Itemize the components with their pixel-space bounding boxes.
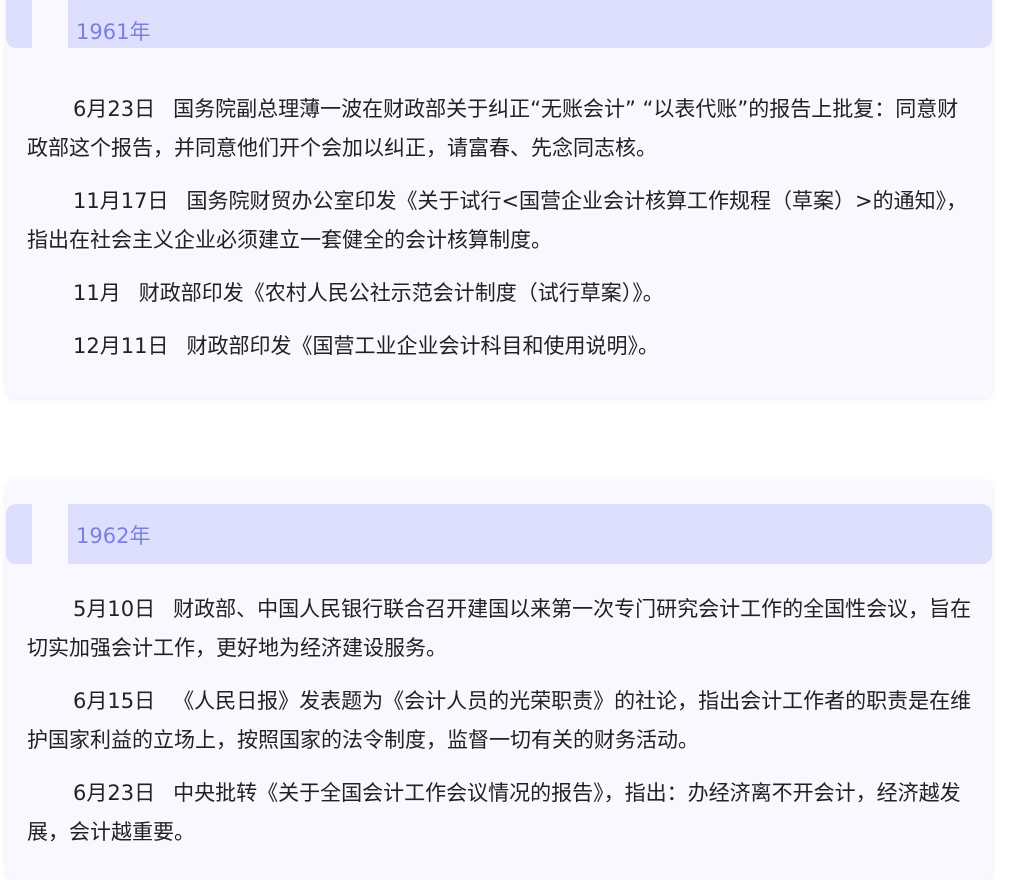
year-header-bar	[6, 504, 992, 564]
entry-text: 中央批转《关于全国会计工作会议情况的报告》，指出：办经济离不开会计，经济越发展，…	[27, 781, 961, 844]
entry-text: 财政部印发《农村人民公社示范会计制度（试行草案）》。	[138, 281, 664, 305]
timeline-entry: 5月10日 财政部、中国人民银行联合召开建国以来第一次专门研究会计工作的全国性会议…	[27, 590, 979, 668]
entry-date: 6月15日	[73, 689, 156, 713]
year-label: 1961年	[76, 20, 151, 44]
entry-text: 财政部印发《国营工业企业会计科目和使用说明》。	[186, 334, 659, 358]
timeline-entry: 6月15日 《人民日报》发表题为《会计人员的光荣职责》的社论，指出会计工作者的职责…	[27, 682, 979, 760]
timeline-entry: 6月23日 中央批转《关于全国会计工作会议情况的报告》，指出：办经济离不开会计，经…	[27, 774, 979, 852]
timeline-entry: 6月23日 国务院副总理薄一波在财政部关于纠正“无账会计” “以表代账”的报告上批…	[27, 90, 979, 168]
entry-date: 11月17日	[73, 189, 169, 213]
year-section-1961: 1961年 6月23日 国务院副总理薄一波在财政部关于纠正“无账会计” “以表代账…	[6, 0, 992, 398]
timeline-entry: 12月11日 财政部印发《国营工业企业会计科目和使用说明》。	[27, 327, 979, 366]
year-header-notch	[32, 0, 68, 48]
timeline-entry: 11月 财政部印发《农村人民公社示范会计制度（试行草案）》。	[27, 274, 979, 313]
entry-list: 5月10日 财政部、中国人民银行联合召开建国以来第一次专门研究会计工作的全国性会议…	[27, 590, 979, 866]
entry-list: 6月23日 国务院副总理薄一波在财政部关于纠正“无账会计” “以表代账”的报告上批…	[27, 90, 979, 380]
entry-text: 《人民日报》发表题为《会计人员的光荣职责》的社论，指出会计工作者的职责是在维护国…	[27, 689, 972, 752]
entry-date: 6月23日	[73, 781, 156, 805]
entry-text: 国务院财贸办公室印发《关于试行<国营企业会计核算工作规程（草案）>的通知》，指出…	[27, 189, 968, 252]
year-section-1962: 1962年 5月10日 财政部、中国人民银行联合召开建国以来第一次专门研究会计工作…	[6, 480, 992, 880]
year-header-bar	[6, 0, 992, 48]
entry-date: 5月10日	[73, 597, 156, 621]
year-label: 1962年	[76, 524, 151, 548]
year-header-notch	[32, 504, 68, 564]
timeline-entry: 11月17日 国务院财贸办公室印发《关于试行<国营企业会计核算工作规程（草案）>的…	[27, 182, 979, 260]
entry-date: 12月11日	[73, 334, 169, 358]
entry-text: 财政部、中国人民银行联合召开建国以来第一次专门研究会计工作的全国性会议，旨在切实…	[27, 597, 972, 660]
entry-date: 6月23日	[73, 97, 156, 121]
entry-date: 11月	[73, 281, 121, 305]
entry-text: 国务院副总理薄一波在财政部关于纠正“无账会计” “以表代账”的报告上批复：同意财…	[27, 97, 959, 160]
